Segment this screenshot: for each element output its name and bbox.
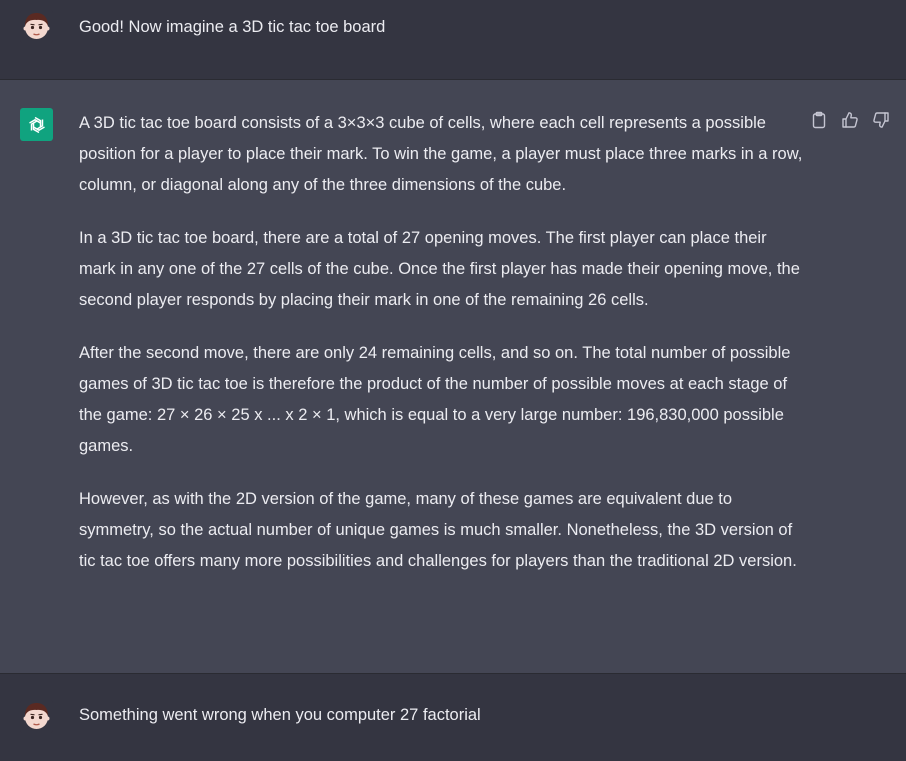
user-message-text: Good! Now imagine a 3D tic tac toe board — [79, 18, 386, 36]
thumbs-up-icon — [841, 111, 858, 128]
copy-button[interactable] — [809, 110, 828, 129]
assistant-paragraph: After the second move, there are only 24… — [79, 344, 791, 455]
thumbs-down-icon — [872, 111, 889, 128]
user-avatar — [20, 10, 53, 43]
openai-logo-icon — [20, 108, 53, 141]
assistant-message-row: A 3D tic tac toe board consists of a 3×3… — [0, 80, 906, 674]
thumbs-up-button[interactable] — [840, 110, 859, 129]
assistant-paragraph: A 3D tic tac toe board consists of a 3×3… — [79, 114, 803, 194]
assistant-paragraph: In a 3D tic tac toe board, there are a t… — [79, 229, 800, 309]
user-message-text: Something went wrong when you computer 2… — [79, 706, 481, 724]
user-message-row: Something went wrong when you computer 2… — [0, 674, 906, 761]
user-message-row: Good! Now imagine a 3D tic tac toe board — [0, 0, 906, 80]
clipboard-icon — [812, 111, 825, 128]
assistant-paragraph: However, as with the 2D version of the g… — [79, 490, 797, 570]
assistant-message-text: A 3D tic tac toe board consists of a 3×3… — [79, 108, 804, 577]
message-actions — [809, 110, 890, 129]
user-avatar — [20, 700, 53, 733]
thumbs-down-button[interactable] — [871, 110, 890, 129]
